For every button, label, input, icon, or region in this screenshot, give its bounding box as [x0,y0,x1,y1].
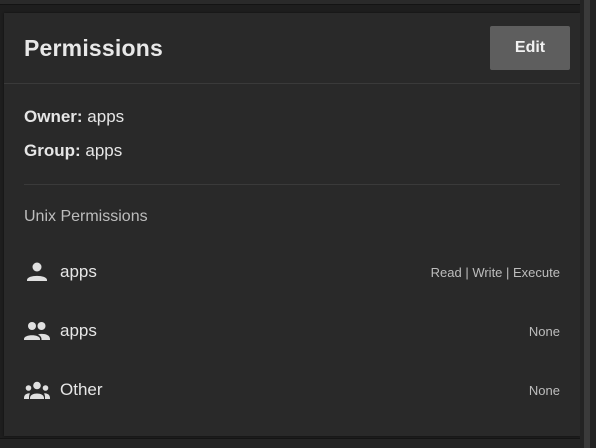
groups-icon [24,379,50,401]
vertical-scrollbar[interactable] [580,0,596,448]
permission-row-name: apps [60,321,97,340]
people-icon [24,320,50,342]
unix-permissions-label: Unix Permissions [24,208,148,225]
permissions-panel-viewport: Permissions Edit Owner: apps Group: apps… [0,0,596,448]
owner-key: Owner: [24,107,83,126]
permissions-card: Permissions Edit Owner: apps Group: apps… [4,13,580,436]
edit-button[interactable]: Edit [490,26,570,70]
card-header: Permissions Edit [4,13,580,84]
owner-line: Owner: apps [24,106,560,140]
permission-row-name: Other [60,380,103,399]
permission-row-value: None [528,324,560,339]
permission-row-user: apps Read | Write | Execute [24,245,560,304]
permission-row-other: Other None [24,363,560,422]
card-title: Permissions [24,35,163,61]
permission-row-name: apps [60,262,97,281]
scrollbar-thumb[interactable] [584,0,590,448]
previous-card-edge [0,0,580,5]
permission-row-group: apps None [24,304,560,363]
permission-row-value: Read | Write | Execute [430,265,560,280]
owner-group-block: Owner: apps Group: apps [4,84,580,162]
group-line: Group: apps [24,140,560,174]
permission-row-value: None [528,383,560,398]
group-key: Group: [24,141,81,160]
person-icon [24,261,50,283]
owner-value: apps [87,107,125,126]
group-value: apps [85,141,123,160]
next-card-edge [0,438,580,448]
